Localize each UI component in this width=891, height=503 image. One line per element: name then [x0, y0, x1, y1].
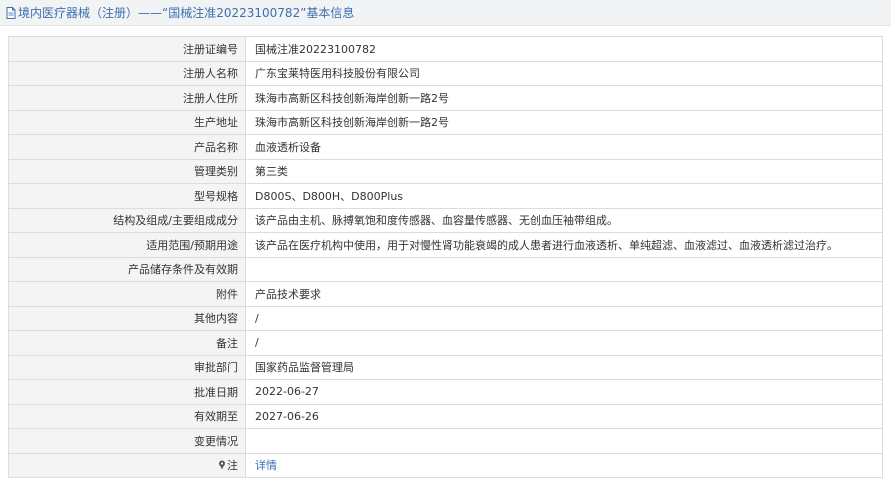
field-value: 珠海市高新区科技创新海岸创新一路2号 — [245, 85, 883, 111]
table-row: 产品储存条件及有效期 — [8, 256, 883, 282]
field-label: 注册人名称 — [8, 60, 246, 86]
field-value: 该产品由主机、脉搏氧饱和度传感器、血容量传感器、无创血压袖带组成。 — [245, 207, 883, 233]
field-value: 产品技术要求 — [245, 281, 883, 307]
field-value: 国家药品监督管理局 — [245, 354, 883, 380]
field-label: 审批部门 — [8, 354, 246, 380]
field-label: 型号规格 — [8, 183, 246, 209]
table-row: 变更情况 — [8, 428, 883, 454]
field-value: 国械注准20223100782 — [245, 36, 883, 62]
page-header: 境内医疗器械（注册）——“国械注准20223100782”基本信息 — [0, 0, 891, 26]
table-row: 有效期至 2027-06-26 — [8, 403, 883, 429]
field-value: 2022-06-27 — [245, 379, 883, 405]
table-row-note: 注 详情 — [8, 452, 883, 478]
table-row: 生产地址 珠海市高新区科技创新海岸创新一路2号 — [8, 109, 883, 135]
table-row: 其他内容 / — [8, 305, 883, 331]
field-label: 有效期至 — [8, 403, 246, 429]
page-title: 境内医疗器械（注册）——“国械注准20223100782”基本信息 — [18, 6, 355, 20]
table-row: 附件 产品技术要求 — [8, 281, 883, 307]
table-row: 审批部门 国家药品监督管理局 — [8, 354, 883, 380]
document-icon — [6, 6, 16, 19]
field-value — [245, 256, 883, 282]
note-label: 注 — [227, 459, 238, 473]
field-value: 该产品在医疗机构中使用，用于对慢性肾功能衰竭的成人患者进行血液透析、单纯超滤、血… — [245, 232, 883, 258]
field-value: / — [245, 305, 883, 331]
note-label-cell: 注 — [8, 452, 246, 478]
table-row: 管理类别 第三类 — [8, 158, 883, 184]
details-link[interactable]: 详情 — [255, 459, 277, 472]
device-detail-table: 注册证编号 国械注准20223100782 注册人名称 广东宝莱特医用科技股份有… — [8, 36, 883, 478]
field-label: 批准日期 — [8, 379, 246, 405]
field-value: 珠海市高新区科技创新海岸创新一路2号 — [245, 109, 883, 135]
table-row: 产品名称 血液透析设备 — [8, 134, 883, 160]
table-row: 批准日期 2022-06-27 — [8, 379, 883, 405]
field-label: 生产地址 — [8, 109, 246, 135]
field-value: / — [245, 330, 883, 356]
table-row: 注册证编号 国械注准20223100782 — [8, 36, 883, 62]
field-label: 变更情况 — [8, 428, 246, 454]
field-label: 适用范围/预期用途 — [8, 232, 246, 258]
field-value: 第三类 — [245, 158, 883, 184]
field-value: 血液透析设备 — [245, 134, 883, 160]
table-row: 注册人住所 珠海市高新区科技创新海岸创新一路2号 — [8, 85, 883, 111]
field-label: 附件 — [8, 281, 246, 307]
note-value-cell: 详情 — [245, 452, 883, 478]
pin-icon — [219, 460, 225, 470]
table-row: 结构及组成/主要组成成分 该产品由主机、脉搏氧饱和度传感器、血容量传感器、无创血… — [8, 207, 883, 233]
table-row: 备注 / — [8, 330, 883, 356]
field-label: 管理类别 — [8, 158, 246, 184]
table-row: 适用范围/预期用途 该产品在医疗机构中使用，用于对慢性肾功能衰竭的成人患者进行血… — [8, 232, 883, 258]
table-row: 注册人名称 广东宝莱特医用科技股份有限公司 — [8, 60, 883, 86]
field-value — [245, 428, 883, 454]
field-label: 产品储存条件及有效期 — [8, 256, 246, 282]
field-value: 2027-06-26 — [245, 403, 883, 429]
field-label: 注册人住所 — [8, 85, 246, 111]
field-label: 产品名称 — [8, 134, 246, 160]
field-label: 备注 — [8, 330, 246, 356]
table-row: 型号规格 D800S、D800H、D800Plus — [8, 183, 883, 209]
field-value: 广东宝莱特医用科技股份有限公司 — [245, 60, 883, 86]
field-value: D800S、D800H、D800Plus — [245, 183, 883, 209]
field-label: 结构及组成/主要组成成分 — [8, 207, 246, 233]
field-label: 注册证编号 — [8, 36, 246, 62]
field-label: 其他内容 — [8, 305, 246, 331]
